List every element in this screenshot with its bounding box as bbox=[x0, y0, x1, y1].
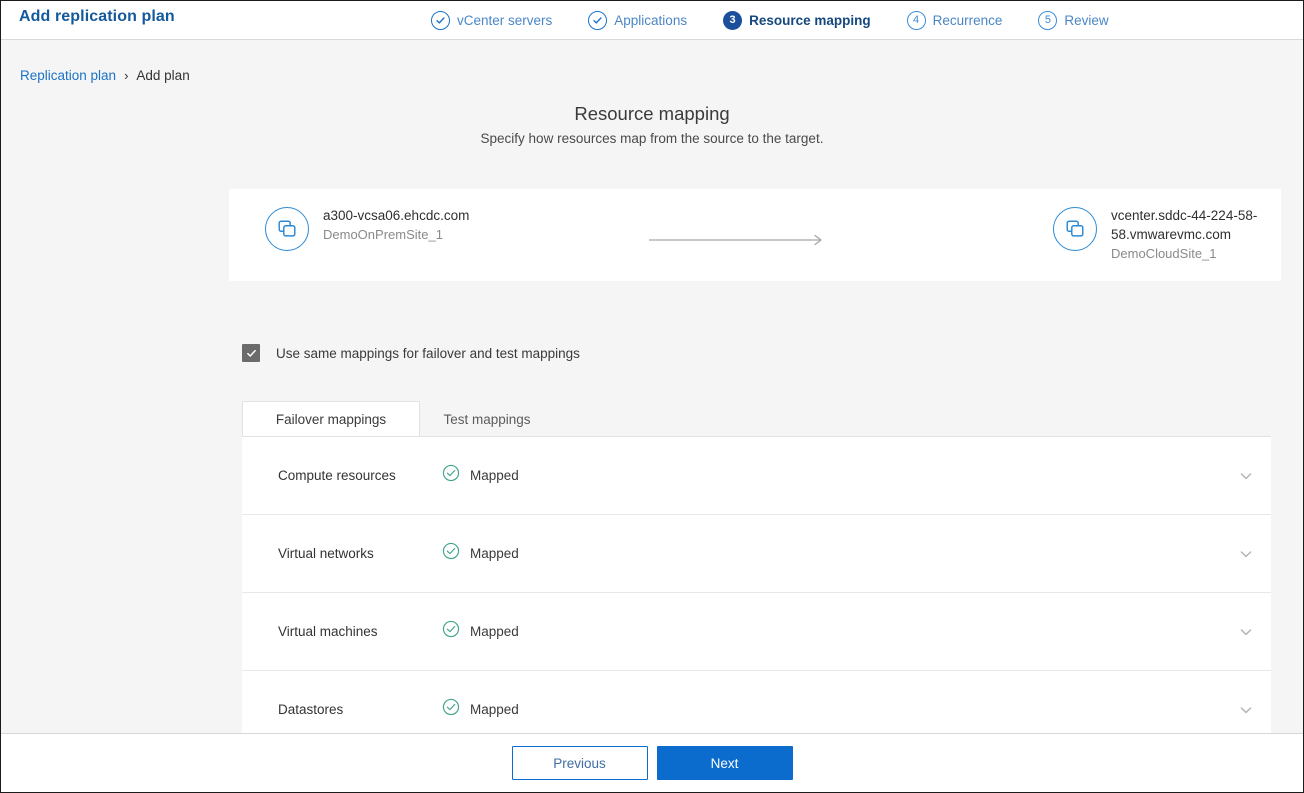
mapping-row-virtual-machines[interactable]: Virtual machines Mapped bbox=[242, 593, 1271, 671]
step-check-icon bbox=[588, 11, 607, 30]
mapping-name: Datastores bbox=[278, 702, 343, 717]
use-same-mappings-label: Use same mappings for failover and test … bbox=[276, 346, 580, 361]
mapping-status: Mapped bbox=[442, 542, 519, 565]
chevron-down-icon[interactable] bbox=[1235, 465, 1257, 487]
step-vcenter-servers[interactable]: vCenter servers bbox=[431, 11, 552, 30]
arrow-right-icon bbox=[649, 233, 825, 245]
mapping-row-virtual-networks[interactable]: Virtual networks Mapped bbox=[242, 515, 1271, 593]
mapping-status-text: Mapped bbox=[470, 468, 519, 483]
check-circle-icon bbox=[442, 464, 460, 487]
step-review[interactable]: 5 Review bbox=[1038, 11, 1108, 30]
chevron-down-icon[interactable] bbox=[1235, 699, 1257, 721]
use-same-mappings-checkbox[interactable] bbox=[242, 344, 260, 362]
mapping-name: Virtual networks bbox=[278, 546, 374, 561]
mapping-name: Virtual machines bbox=[278, 624, 378, 639]
mapping-status: Mapped bbox=[442, 698, 519, 721]
check-circle-icon bbox=[442, 620, 460, 643]
section-title: Resource mapping bbox=[1, 103, 1303, 125]
datacenter-icon bbox=[1053, 207, 1097, 251]
breadcrumb-current-add-plan: Add plan bbox=[136, 68, 189, 83]
step-number-badge: 5 bbox=[1038, 11, 1057, 30]
section-subtitle: Specify how resources map from the sourc… bbox=[1, 131, 1303, 146]
check-circle-icon bbox=[442, 542, 460, 565]
chevron-down-icon[interactable] bbox=[1235, 621, 1257, 643]
step-number-badge: 4 bbox=[907, 11, 926, 30]
mapping-status: Mapped bbox=[442, 620, 519, 643]
mapping-row-datastores[interactable]: Datastores Mapped bbox=[242, 671, 1271, 736]
use-same-mappings-row[interactable]: Use same mappings for failover and test … bbox=[242, 344, 580, 362]
tab-test-mappings[interactable]: Test mappings bbox=[420, 401, 554, 437]
breadcrumb-link-replication-plan[interactable]: Replication plan bbox=[20, 68, 116, 83]
source-site-label: DemoOnPremSite_1 bbox=[323, 227, 469, 242]
step-check-icon bbox=[431, 11, 450, 30]
mapping-name: Compute resources bbox=[278, 468, 396, 483]
step-label: Applications bbox=[614, 13, 687, 28]
step-label: vCenter servers bbox=[457, 13, 552, 28]
target-site-name: vcenter.sddc-44-224-58-58.vmwarevmc.com bbox=[1111, 206, 1281, 244]
target-site: vcenter.sddc-44-224-58-58.vmwarevmc.com … bbox=[1053, 205, 1281, 261]
mapping-status: Mapped bbox=[442, 464, 519, 487]
next-button[interactable]: Next bbox=[657, 746, 793, 780]
site-pair-card: a300-vcsa06.ehcdc.com DemoOnPremSite_1 v… bbox=[229, 189, 1281, 281]
mapping-status-text: Mapped bbox=[470, 624, 519, 639]
step-number-badge: 3 bbox=[723, 11, 742, 30]
mapping-row-compute-resources[interactable]: Compute resources Mapped bbox=[242, 437, 1271, 515]
page-title: Add replication plan bbox=[19, 8, 175, 26]
step-applications[interactable]: Applications bbox=[588, 11, 687, 30]
wizard-header: Add replication plan vCenter servers App… bbox=[1, 1, 1303, 40]
check-circle-icon bbox=[442, 698, 460, 721]
breadcrumb-separator-icon: › bbox=[124, 68, 128, 83]
step-label: Recurrence bbox=[933, 13, 1003, 28]
source-site-name: a300-vcsa06.ehcdc.com bbox=[323, 206, 469, 225]
previous-button[interactable]: Previous bbox=[512, 746, 648, 780]
datacenter-icon bbox=[265, 207, 309, 251]
wizard-stepper: vCenter servers Applications 3 Resource … bbox=[431, 1, 1109, 39]
step-recurrence[interactable]: 4 Recurrence bbox=[907, 11, 1003, 30]
target-site-label: DemoCloudSite_1 bbox=[1111, 246, 1281, 261]
source-site: a300-vcsa06.ehcdc.com DemoOnPremSite_1 bbox=[265, 205, 469, 251]
chevron-down-icon[interactable] bbox=[1235, 543, 1257, 565]
mapping-list: Compute resources Mapped Virtual network… bbox=[242, 436, 1271, 736]
tab-failover-mappings[interactable]: Failover mappings bbox=[242, 401, 420, 437]
wizard-footer: Previous Next bbox=[1, 733, 1303, 792]
step-resource-mapping[interactable]: 3 Resource mapping bbox=[723, 11, 871, 30]
add-replication-plan-wizard: Add replication plan vCenter servers App… bbox=[0, 0, 1304, 793]
breadcrumb: Replication plan › Add plan bbox=[20, 68, 190, 83]
mapping-status-text: Mapped bbox=[470, 546, 519, 561]
mapping-status-text: Mapped bbox=[470, 702, 519, 717]
step-label: Review bbox=[1064, 13, 1108, 28]
step-label: Resource mapping bbox=[749, 13, 871, 28]
mapping-tabs: Failover mappings Test mappings bbox=[242, 401, 554, 437]
